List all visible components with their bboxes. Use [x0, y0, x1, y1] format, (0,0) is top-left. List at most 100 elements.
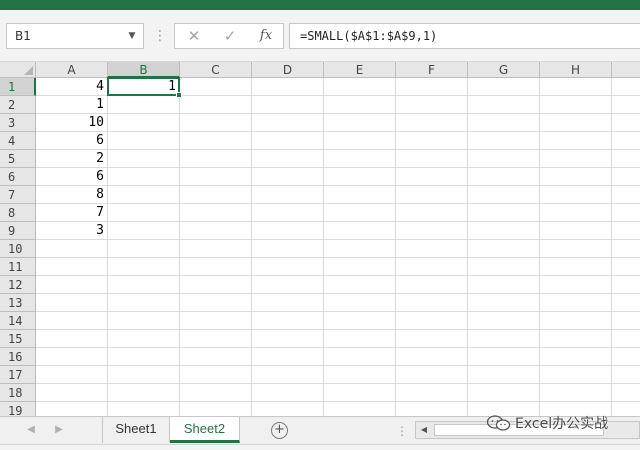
cell-f9[interactable]	[396, 222, 468, 240]
cell-g3[interactable]	[468, 114, 540, 132]
add-sheet-icon[interactable]: +	[271, 422, 288, 439]
cell-b3[interactable]	[108, 114, 180, 132]
cell-a11[interactable]	[36, 258, 108, 276]
column-header-b[interactable]: B	[108, 62, 180, 78]
column-header-e[interactable]: E	[324, 62, 396, 78]
scroll-left-icon[interactable]: ◀	[418, 423, 430, 437]
cell-a8[interactable]: 7	[36, 204, 108, 222]
cell-i15[interactable]	[612, 330, 640, 348]
cell-g18[interactable]	[468, 384, 540, 402]
cell-e15[interactable]	[324, 330, 396, 348]
sheet-nav-right-icon[interactable]: ▶	[52, 423, 66, 437]
cell-i9[interactable]	[612, 222, 640, 240]
cell-e13[interactable]	[324, 294, 396, 312]
select-all-corner[interactable]	[0, 62, 36, 78]
row-header-17[interactable]: 17	[0, 366, 36, 384]
cell-b18[interactable]	[108, 384, 180, 402]
cell-h15[interactable]	[540, 330, 612, 348]
cell-d9[interactable]	[252, 222, 324, 240]
cell-d13[interactable]	[252, 294, 324, 312]
cell-f14[interactable]	[396, 312, 468, 330]
cell-e10[interactable]	[324, 240, 396, 258]
cell-e9[interactable]	[324, 222, 396, 240]
column-header-f[interactable]: F	[396, 62, 468, 78]
cell-h3[interactable]	[540, 114, 612, 132]
cell-e3[interactable]	[324, 114, 396, 132]
enter-icon[interactable]: ✓	[213, 24, 247, 48]
row-header-9[interactable]: 9	[0, 222, 36, 240]
insert-function-icon[interactable]: fx	[249, 24, 283, 48]
cell-i14[interactable]	[612, 312, 640, 330]
cell-g11[interactable]	[468, 258, 540, 276]
cell-b17[interactable]	[108, 366, 180, 384]
cell-a17[interactable]	[36, 366, 108, 384]
cell-e14[interactable]	[324, 312, 396, 330]
cell-h4[interactable]	[540, 132, 612, 150]
cell-h5[interactable]	[540, 150, 612, 168]
cell-b2[interactable]	[108, 96, 180, 114]
cell-c13[interactable]	[180, 294, 252, 312]
cell-e2[interactable]	[324, 96, 396, 114]
column-header-partial[interactable]	[612, 62, 640, 78]
cell-d3[interactable]	[252, 114, 324, 132]
cell-e17[interactable]	[324, 366, 396, 384]
cell-c8[interactable]	[180, 204, 252, 222]
row-header-19[interactable]: 19	[0, 402, 36, 416]
cell-b19[interactable]	[108, 402, 180, 416]
cell-g5[interactable]	[468, 150, 540, 168]
cell-c19[interactable]	[180, 402, 252, 416]
cell-b5[interactable]	[108, 150, 180, 168]
cell-b7[interactable]	[108, 186, 180, 204]
cell-e8[interactable]	[324, 204, 396, 222]
cell-a3[interactable]: 10	[36, 114, 108, 132]
cell-f1[interactable]	[396, 78, 468, 96]
cell-a9[interactable]: 3	[36, 222, 108, 240]
cell-h2[interactable]	[540, 96, 612, 114]
cell-a4[interactable]: 6	[36, 132, 108, 150]
cell-d16[interactable]	[252, 348, 324, 366]
cell-f10[interactable]	[396, 240, 468, 258]
cell-f3[interactable]	[396, 114, 468, 132]
cell-f6[interactable]	[396, 168, 468, 186]
cell-g6[interactable]	[468, 168, 540, 186]
row-header-14[interactable]: 14	[0, 312, 36, 330]
cell-h12[interactable]	[540, 276, 612, 294]
row-header-10[interactable]: 10	[0, 240, 36, 258]
cell-d6[interactable]	[252, 168, 324, 186]
cell-b4[interactable]	[108, 132, 180, 150]
cell-f2[interactable]	[396, 96, 468, 114]
column-header-g[interactable]: G	[468, 62, 540, 78]
cell-e12[interactable]	[324, 276, 396, 294]
tab-split-grip-icon[interactable]: ⋮	[396, 421, 408, 441]
cell-i7[interactable]	[612, 186, 640, 204]
row-header-15[interactable]: 15	[0, 330, 36, 348]
cell-d4[interactable]	[252, 132, 324, 150]
cell-c3[interactable]	[180, 114, 252, 132]
cell-e4[interactable]	[324, 132, 396, 150]
cell-c5[interactable]	[180, 150, 252, 168]
cell-i17[interactable]	[612, 366, 640, 384]
cell-e16[interactable]	[324, 348, 396, 366]
cell-f12[interactable]	[396, 276, 468, 294]
row-header-3[interactable]: 3	[0, 114, 36, 132]
cell-h10[interactable]	[540, 240, 612, 258]
cell-b12[interactable]	[108, 276, 180, 294]
cell-i13[interactable]	[612, 294, 640, 312]
cell-d8[interactable]	[252, 204, 324, 222]
cell-h6[interactable]	[540, 168, 612, 186]
cell-g13[interactable]	[468, 294, 540, 312]
column-header-h[interactable]: H	[540, 62, 612, 78]
cell-h11[interactable]	[540, 258, 612, 276]
row-header-18[interactable]: 18	[0, 384, 36, 402]
column-header-c[interactable]: C	[180, 62, 252, 78]
cell-e6[interactable]	[324, 168, 396, 186]
cell-i16[interactable]	[612, 348, 640, 366]
cell-d10[interactable]	[252, 240, 324, 258]
cell-d7[interactable]	[252, 186, 324, 204]
row-header-5[interactable]: 5	[0, 150, 36, 168]
cell-f4[interactable]	[396, 132, 468, 150]
cell-c10[interactable]	[180, 240, 252, 258]
cell-h17[interactable]	[540, 366, 612, 384]
cell-c12[interactable]	[180, 276, 252, 294]
cell-f11[interactable]	[396, 258, 468, 276]
